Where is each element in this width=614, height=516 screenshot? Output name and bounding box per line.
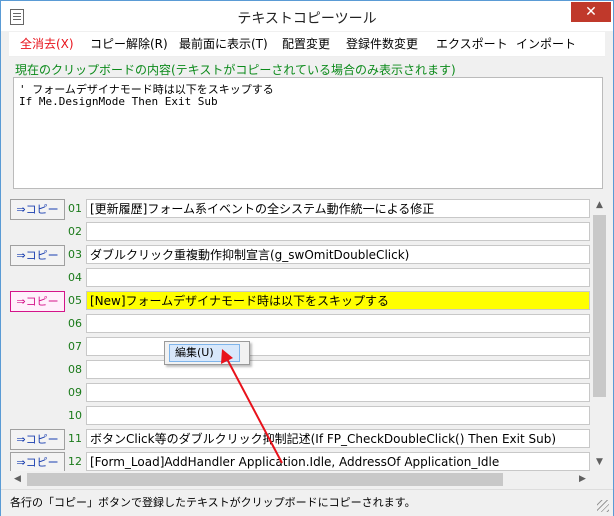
- arrow-head-icon: [221, 349, 233, 364]
- annotation-arrow: [221, 349, 283, 464]
- arrow-line: [225, 356, 283, 464]
